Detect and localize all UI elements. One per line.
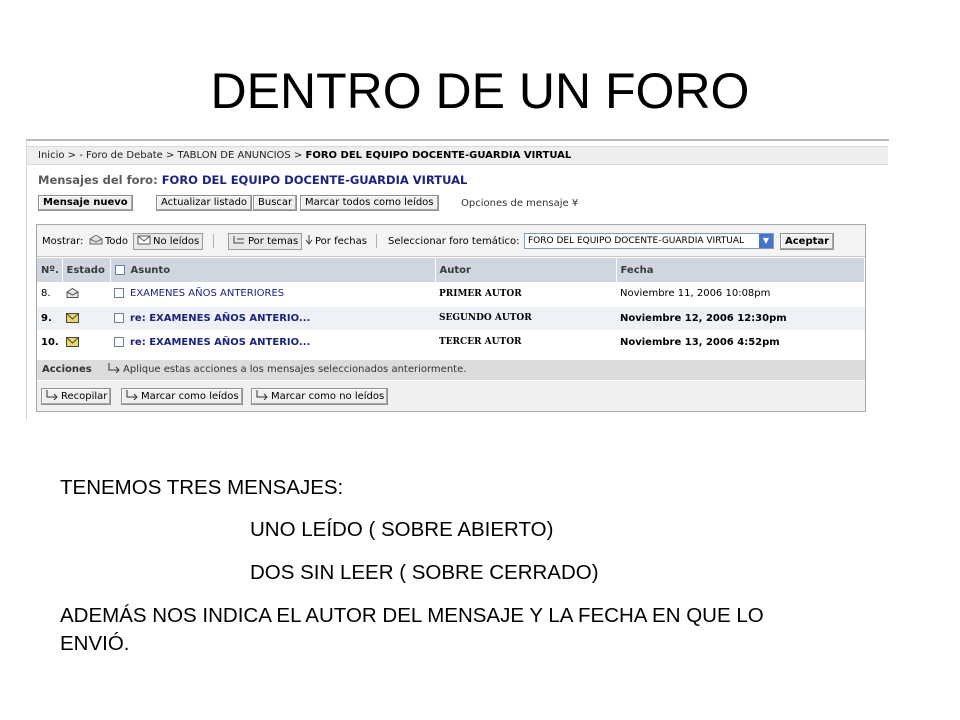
forum-screenshot: Inicio > - Foro de Debate > TABLON DE AN… [26, 139, 889, 420]
mark-unread-button[interactable]: Marcar como no leídos [251, 388, 389, 405]
filter-separator [213, 234, 214, 248]
actions-label: Acciones [42, 364, 92, 375]
message-subject-link[interactable]: re: EXAMENES AÑOS ANTERIO... [130, 313, 310, 324]
show-label: Mostrar: [42, 236, 84, 247]
breadcrumb: Inicio > - Foro de Debate > TABLON DE AN… [27, 146, 888, 165]
column-header[interactable]: Autor [435, 258, 617, 282]
column-header[interactable]: Nº. [37, 258, 63, 282]
column-header-label: Asunto [130, 264, 171, 276]
accept-button[interactable]: Aceptar [780, 233, 835, 250]
sort-by-topic-label: Por temas [248, 236, 299, 247]
row-checkbox[interactable] [114, 336, 124, 347]
message-date: Noviembre 13, 2006 4:52pm [616, 330, 865, 355]
filter-all[interactable]: Todo [85, 233, 132, 250]
search-button[interactable]: Buscar [253, 195, 298, 211]
message-author: PRIMER AUTOR [435, 282, 616, 307]
thread-icon [233, 236, 244, 244]
table-row[interactable]: 8. EXAMENES AÑOS ANTERIORES PRIMER AUTOR… [37, 282, 865, 307]
sort-by-topic[interactable]: Por temas [228, 233, 303, 250]
select-all-checkbox[interactable] [114, 264, 125, 275]
sort-by-date[interactable]: Por fechas [301, 233, 371, 250]
message-status [62, 330, 110, 355]
collect-button[interactable]: Recopilar [41, 388, 112, 405]
apply-arrow-icon [46, 390, 58, 400]
closed-envelope-icon [66, 312, 79, 323]
actions-hint: Aplique estas acciones a los mensajes se… [107, 360, 466, 380]
message-number: 10. [37, 330, 62, 355]
notes-line-author-date-cont: ENVIÓ. [60, 632, 130, 655]
breadcrumb-path[interactable]: Inicio > - Foro de Debate > TABLON DE AN… [38, 150, 306, 161]
message-number: 8. [37, 282, 62, 307]
collect-button-label: Recopilar [61, 391, 108, 402]
filter-bar: Mostrar: Todo No leídos Por temas Por fe… [37, 225, 865, 257]
message-status [62, 282, 110, 307]
arrow-down-icon [305, 235, 313, 245]
forum-select[interactable]: FORO DEL EQUIPO DOCENTE-GUARDIA VIRTUAL … [524, 233, 774, 249]
slide-title: DENTRO DE UN FORO [210, 63, 750, 119]
actions-row: Acciones Aplique estas acciones a los me… [37, 360, 865, 380]
notes-line-author-date: ADEMÁS NOS INDICA EL AUTOR DEL MENSAJE Y… [60, 604, 764, 627]
forum-heading-name: FORO DEL EQUIPO DOCENTE-GUARDIA VIRTUAL [161, 173, 468, 187]
filter-all-label: Todo [105, 236, 128, 247]
message-subject-cell: re: EXAMENES AÑOS ANTERIO... [110, 306, 435, 331]
messages-table: Nº. Estado Asunto Autor Fecha 8. EXAMENE… [37, 258, 865, 355]
select-forum-label: Seleccionar foro temático: [388, 236, 520, 247]
messages-panel: Mostrar: Todo No leídos Por temas Por fe… [36, 224, 866, 412]
message-options-menu[interactable]: Opciones de mensaje ¥ [461, 198, 578, 209]
open-envelope-icon [66, 288, 79, 299]
column-header[interactable]: Fecha [616, 258, 865, 282]
table-header-row: Nº. Estado Asunto Autor Fecha [37, 258, 865, 282]
forum-heading: Mensajes del foro: FORO DEL EQUIPO DOCEN… [38, 173, 467, 187]
filter-separator [376, 234, 377, 248]
actions-button-bar: Recopilar Marcar como leídos Marcar como… [37, 381, 865, 411]
apply-arrow-icon [256, 390, 268, 400]
message-subject-cell: EXAMENES AÑOS ANTERIORES [110, 282, 435, 307]
filter-unread[interactable]: No leídos [133, 233, 204, 250]
apply-arrow-icon [108, 363, 120, 373]
mark-read-button-label: Marcar como leídos [141, 391, 239, 402]
message-subject-cell: re: EXAMENES AÑOS ANTERIO... [110, 330, 435, 355]
table-row[interactable]: 9. re: EXAMENES AÑOS ANTERIO... SEGUNDO … [37, 306, 865, 331]
message-date: Noviembre 12, 2006 12:30pm [616, 306, 865, 331]
notes-line-unread: DOS SIN LEER ( SOBRE CERRADO) [250, 561, 599, 584]
table-row[interactable]: 10. re: EXAMENES AÑOS ANTERIO... TERCER … [37, 330, 865, 355]
message-author: SEGUNDO AUTOR [435, 306, 616, 331]
refresh-list-button[interactable]: Actualizar listado [156, 195, 253, 211]
mark-unread-button-label: Marcar como no leídos [271, 391, 385, 402]
message-date: Noviembre 11, 2006 10:08pm [616, 282, 865, 307]
message-number: 9. [37, 306, 62, 331]
new-message-button[interactable]: Mensaje nuevo [38, 195, 133, 211]
breadcrumb-current: FORO DEL EQUIPO DOCENTE-GUARDIA VIRTUAL [305, 150, 572, 161]
notes-line-read: UNO LEÍDO ( SOBRE ABIERTO) [250, 518, 554, 541]
forum-heading-label: Mensajes del foro: [38, 173, 162, 187]
row-checkbox[interactable] [114, 288, 124, 299]
apply-arrow-icon [126, 390, 138, 400]
row-checkbox[interactable] [114, 312, 124, 323]
column-header-subject[interactable]: Asunto [110, 258, 436, 282]
message-status [62, 306, 110, 331]
message-subject-link[interactable]: re: EXAMENES AÑOS ANTERIO... [130, 337, 310, 348]
forum-select-value: FORO DEL EQUIPO DOCENTE-GUARDIA VIRTUAL [528, 236, 745, 246]
sort-by-date-label: Por fechas [315, 236, 367, 247]
closed-envelope-icon [137, 235, 151, 245]
column-header[interactable]: Estado [62, 258, 111, 282]
message-author: TERCER AUTOR [435, 330, 616, 355]
actions-hint-text: Aplique estas acciones a los mensajes se… [123, 364, 467, 375]
filter-unread-label: No leídos [153, 236, 200, 247]
chevron-down-icon[interactable]: ▼ [759, 234, 773, 248]
mark-all-read-button[interactable]: Marcar todos como leídos [300, 195, 439, 211]
notes-intro: TENEMOS TRES MENSAJES: [60, 476, 344, 499]
open-envelope-icon [89, 235, 103, 245]
mark-read-button[interactable]: Marcar como leídos [121, 388, 243, 405]
message-subject-link[interactable]: EXAMENES AÑOS ANTERIORES [130, 288, 284, 299]
closed-envelope-icon [66, 336, 79, 347]
